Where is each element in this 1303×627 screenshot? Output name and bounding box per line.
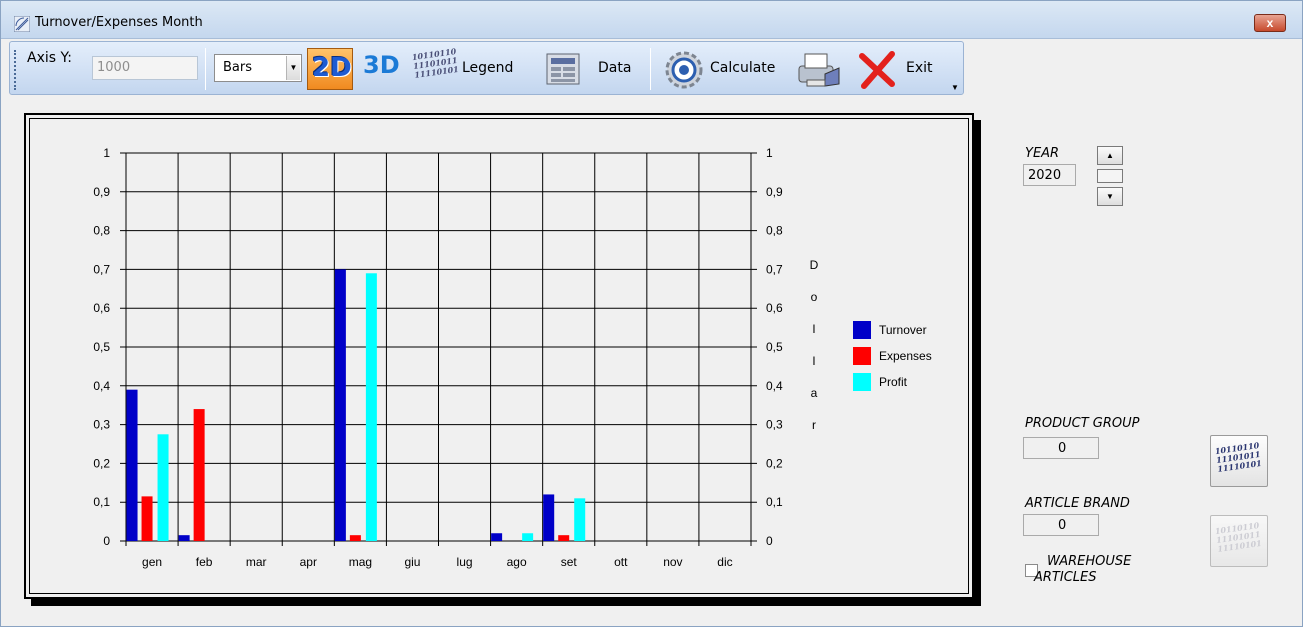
close-button[interactable]: x [1254, 14, 1286, 32]
y-tick-label-left: 0,7 [93, 262, 110, 276]
year-up-button[interactable]: ▲ [1097, 146, 1123, 165]
x-tick-label: lug [457, 555, 473, 569]
year-field[interactable]: 2020 [1023, 164, 1076, 186]
bar-chart: 0 0 0,1 0,1 0,2 0,2 0,3 0,3 0,4 0,4 0,5 0,5 0,6 0,6 0,… [93, 146, 932, 569]
y-tick-label-right: 0 [766, 534, 773, 548]
y-tick-label-right: 1 [766, 146, 773, 160]
y-tick-label-right: 0,9 [766, 185, 783, 199]
product-group-field[interactable]: 0 [1023, 437, 1099, 459]
y-tick-label-left: 0 [103, 534, 110, 548]
product-group-button[interactable]: 10110110 11101011 11110101 [1210, 435, 1268, 487]
legend-swatch-turnover [853, 321, 871, 339]
warehouse-label-line1: WAREHOUSE [1047, 554, 1132, 569]
bar-expenses [349, 535, 361, 541]
y-axis-label-letter: o [811, 290, 818, 304]
y-tick-label-right: 0,1 [766, 495, 783, 509]
bar-turnover [334, 269, 346, 541]
bar-turnover [178, 535, 190, 541]
y-axis-label-letter: l [813, 354, 816, 368]
y-tick-label-left: 0,9 [93, 185, 110, 199]
x-tick-label: set [561, 555, 578, 569]
y-axis-label-letter: r [812, 418, 816, 432]
y-tick-label-left: 0,1 [93, 495, 110, 509]
x-tick-label: feb [196, 555, 213, 569]
binary-icon: 10110110 11101011 11110101 [1214, 440, 1263, 474]
year-stepper[interactable]: ▲ ▼ [1097, 146, 1123, 206]
article-brand-label: ARTICLE BRAND [1025, 496, 1130, 511]
bar-turnover [543, 494, 555, 541]
x-tick-label: nov [663, 555, 682, 569]
product-group-label: PRODUCT GROUP [1025, 416, 1140, 431]
bar-profit [365, 273, 377, 541]
y-tick-label-right: 0,8 [766, 224, 783, 238]
y-tick-label-right: 0,3 [766, 418, 783, 432]
bar-profit [574, 498, 586, 541]
bar-profit [157, 434, 169, 541]
legend-swatch-expenses [853, 347, 871, 365]
x-tick-label: gen [142, 555, 162, 569]
y-axis-label-letter: l [813, 322, 816, 336]
y-tick-label-left: 0,2 [93, 456, 110, 470]
year-label: YEAR [1025, 146, 1060, 161]
x-tick-label: mar [246, 555, 267, 569]
app-window: Turnover/Expenses Month x Axis Y: 1000 B… [0, 0, 1303, 627]
y-tick-label-right: 0,7 [766, 262, 783, 276]
y-tick-label-right: 0,6 [766, 301, 783, 315]
x-tick-label: dic [717, 555, 732, 569]
y-tick-label-left: 0,6 [93, 301, 110, 315]
bar-expenses [141, 496, 153, 541]
y-axis-label-letter: D [810, 258, 819, 272]
bar-expenses [558, 535, 570, 541]
y-tick-label-right: 0,2 [766, 456, 783, 470]
legend-label-turnover: Turnover [879, 323, 927, 337]
warehouse-label-line2: ARTICLES [1034, 570, 1097, 585]
bar-turnover [126, 389, 138, 541]
y-tick-label-left: 0,8 [93, 224, 110, 238]
year-down-button[interactable]: ▼ [1097, 187, 1123, 206]
legend-label-profit: Profit [879, 375, 908, 389]
bar-turnover [491, 533, 503, 541]
x-tick-label: mag [349, 555, 372, 569]
y-axis-label-letter: a [811, 386, 818, 400]
legend-swatch-profit [853, 373, 871, 391]
legend-label-expenses: Expenses [879, 349, 932, 363]
x-tick-label: giu [404, 555, 420, 569]
article-brand-button[interactable]: 10110110 11101011 11110101 [1210, 515, 1268, 567]
y-tick-label-left: 0,3 [93, 418, 110, 432]
y-tick-label-left: 0,4 [93, 379, 110, 393]
x-tick-label: ago [507, 555, 527, 569]
x-tick-label: ott [614, 555, 628, 569]
y-tick-label-right: 0,4 [766, 379, 783, 393]
y-tick-label-left: 0,5 [93, 340, 110, 354]
y-tick-label-right: 0,5 [766, 340, 783, 354]
x-tick-label: apr [300, 555, 317, 569]
binary-icon: 10110110 11101011 11110101 [1214, 520, 1263, 554]
bar-profit [522, 533, 534, 541]
article-brand-field[interactable]: 0 [1023, 514, 1099, 536]
y-tick-label-left: 1 [103, 146, 110, 160]
year-stepper-thumb[interactable] [1097, 169, 1123, 183]
bar-expenses [193, 409, 205, 541]
